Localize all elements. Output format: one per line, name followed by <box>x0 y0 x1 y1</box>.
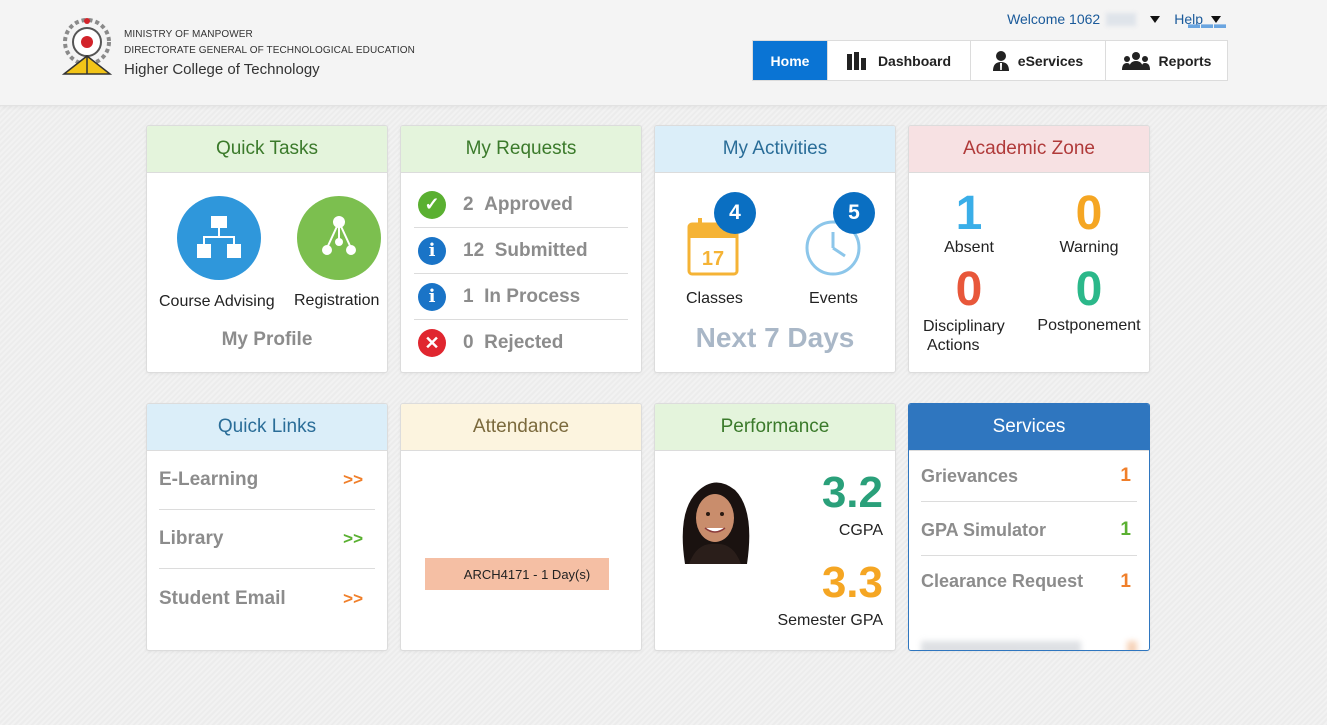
classes-label[interactable]: Classes <box>686 290 743 308</box>
org-line-1: MINISTRY OF MANPOWER <box>124 29 253 40</box>
service-label: Clearance Request <box>921 571 1084 591</box>
quick-tasks-card: Quick Tasks Course Advising Registration… <box>146 125 388 373</box>
semester-gpa-value: 3.3 <box>821 558 883 607</box>
my-requests-card: My Requests ✓ 2 Approved i 12 Submitted … <box>400 125 642 373</box>
quick-links-title: Quick Links <box>147 404 387 451</box>
org-line-3: Higher College of Technology <box>124 61 320 78</box>
nav-tab-dashboard-label: Dashboard <box>877 52 952 69</box>
registration-link[interactable]: Registration <box>294 292 379 310</box>
info-circle-icon: i <box>418 236 446 265</box>
service-count: 1 <box>1120 570 1131 592</box>
quick-link-label: Student Email <box>159 587 286 609</box>
quick-link-e-learning[interactable]: E-Learning >> <box>159 451 375 510</box>
my-profile-link[interactable]: My Profile <box>147 329 387 351</box>
college-logo-icon <box>61 18 113 75</box>
service-clearance-request[interactable]: Clearance Request 1 <box>921 556 1137 607</box>
performance-card: Performance 3.2 CGPA 3.3 Semester GPA <box>654 403 896 651</box>
student-photo <box>667 472 763 564</box>
cgpa-value: 3.2 <box>821 468 883 517</box>
double-chevron-right-icon: >> <box>343 470 363 489</box>
absent-value[interactable]: 1 <box>929 186 1009 241</box>
request-row-approved[interactable]: ✓ 2 Approved <box>414 182 628 228</box>
nav-tab-home[interactable]: Home <box>753 41 827 80</box>
cgpa-label: CGPA <box>838 522 883 539</box>
welcome-text: Welcome 1062 <box>1007 11 1101 27</box>
warning-label: Warning <box>1059 239 1119 256</box>
quick-tasks-title: Quick Tasks <box>147 126 387 173</box>
quick-link-label: Library <box>159 528 224 549</box>
registration-icon[interactable] <box>297 196 381 280</box>
quick-link-student-email[interactable]: Student Email >> <box>159 569 375 628</box>
main-nav: Home Dashboard eServices Reports <box>752 40 1228 81</box>
nav-tab-dashboard[interactable]: Dashboard <box>827 41 970 80</box>
service-gpa-simulator[interactable]: GPA Simulator 1 <box>921 505 1137 556</box>
service-grievances[interactable]: Grievances 1 <box>921 451 1137 502</box>
postponement-label: Postponement <box>1037 317 1141 334</box>
nav-tab-reports[interactable]: Reports <box>1105 41 1227 80</box>
postponement-value[interactable]: 0 <box>1049 262 1129 317</box>
header: MINISTRY OF MANPOWER DIRECTORATE GENERAL… <box>0 0 1327 106</box>
calendar-day: 17 <box>702 248 724 270</box>
disciplinary-value[interactable]: 0 <box>929 262 1009 317</box>
redacted-username <box>1106 12 1137 26</box>
academic-zone-card: Academic Zone 1 Absent 0 Warning 0 Disci… <box>908 125 1150 373</box>
request-label: 2 Approved <box>463 193 573 215</box>
service-count: 1 <box>1120 465 1131 486</box>
quick-link-library[interactable]: Library >> <box>159 510 375 569</box>
nav-tab-eservices-label: eServices <box>1017 52 1084 69</box>
sitemap-icon <box>197 216 241 258</box>
semester-gpa-label: Semester GPA <box>777 612 883 629</box>
events-label[interactable]: Events <box>809 290 858 308</box>
request-label: 1 In Process <box>463 285 581 307</box>
services-title: Services <box>909 404 1149 451</box>
course-advising-link[interactable]: Course Advising <box>159 293 275 311</box>
request-row-submitted[interactable]: i 12 Submitted <box>414 228 628 274</box>
nav-tab-reports-label: Reports <box>1158 52 1212 69</box>
obscured-count <box>1127 640 1137 650</box>
attendance-title: Attendance <box>401 404 641 451</box>
bar-chart-icon <box>846 51 866 70</box>
request-row-rejected[interactable]: ✕ 0 Rejected <box>414 320 628 366</box>
org-line-2: DIRECTORATE GENERAL OF TECHNOLOGICAL EDU… <box>124 45 415 56</box>
student-avatar-icon <box>682 482 750 564</box>
services-card: Services Grievances 1 GPA Simulator 1 Cl… <box>908 403 1150 651</box>
attendance-card: Attendance ARCH4171 - 1 Day(s) <box>400 403 642 651</box>
double-chevron-right-icon: >> <box>343 529 363 548</box>
user-menu-dropdown-icon[interactable] <box>1150 15 1161 23</box>
quick-links-card: Quick Links E-Learning >> Library >> Stu… <box>146 403 388 651</box>
more-menu-icon[interactable]: ▬▬▬ <box>1188 17 1227 31</box>
request-label: 12 Submitted <box>463 239 588 261</box>
request-row-in-process[interactable]: i 1 In Process <box>414 274 628 320</box>
academic-zone-title: Academic Zone <box>909 126 1149 173</box>
double-chevron-right-icon: >> <box>343 588 363 608</box>
user-tie-icon <box>992 50 1009 71</box>
info-circle-icon: i <box>418 282 446 311</box>
organization-name: MINISTRY OF MANPOWER DIRECTORATE GENERAL… <box>124 27 415 81</box>
obscured-label <box>921 640 1081 650</box>
quick-link-label: E-Learning <box>159 469 259 490</box>
close-circle-icon: ✕ <box>418 329 446 357</box>
service-count: 1 <box>1120 519 1131 540</box>
absent-label: Absent <box>944 239 994 256</box>
request-label: 0 Rejected <box>463 332 564 353</box>
my-activities-card: My Activities 17 4 5 Classes Events Next… <box>654 125 896 373</box>
my-requests-title: My Requests <box>401 126 641 173</box>
nav-tab-eservices[interactable]: eServices <box>970 41 1105 80</box>
course-advising-icon[interactable] <box>177 196 261 280</box>
network-icon <box>322 216 356 255</box>
performance-title: Performance <box>655 404 895 451</box>
service-label: Grievances <box>921 465 1019 486</box>
disciplinary-label: Disciplinary Actions <box>923 318 1005 354</box>
events-count-badge: 5 <box>833 192 875 234</box>
classes-count-badge: 4 <box>714 192 756 234</box>
attendance-entry[interactable]: ARCH4171 - 1 Day(s) <box>425 558 609 590</box>
my-activities-title: My Activities <box>655 126 895 173</box>
check-circle-icon: ✓ <box>418 190 446 219</box>
service-label: GPA Simulator <box>921 519 1047 540</box>
next-7-days-label: Next 7 Days <box>695 322 855 353</box>
warning-value[interactable]: 0 <box>1049 186 1129 241</box>
users-group-icon <box>1121 51 1150 70</box>
nav-tab-home-label: Home <box>770 52 810 69</box>
service-row-obscured <box>921 622 1137 650</box>
